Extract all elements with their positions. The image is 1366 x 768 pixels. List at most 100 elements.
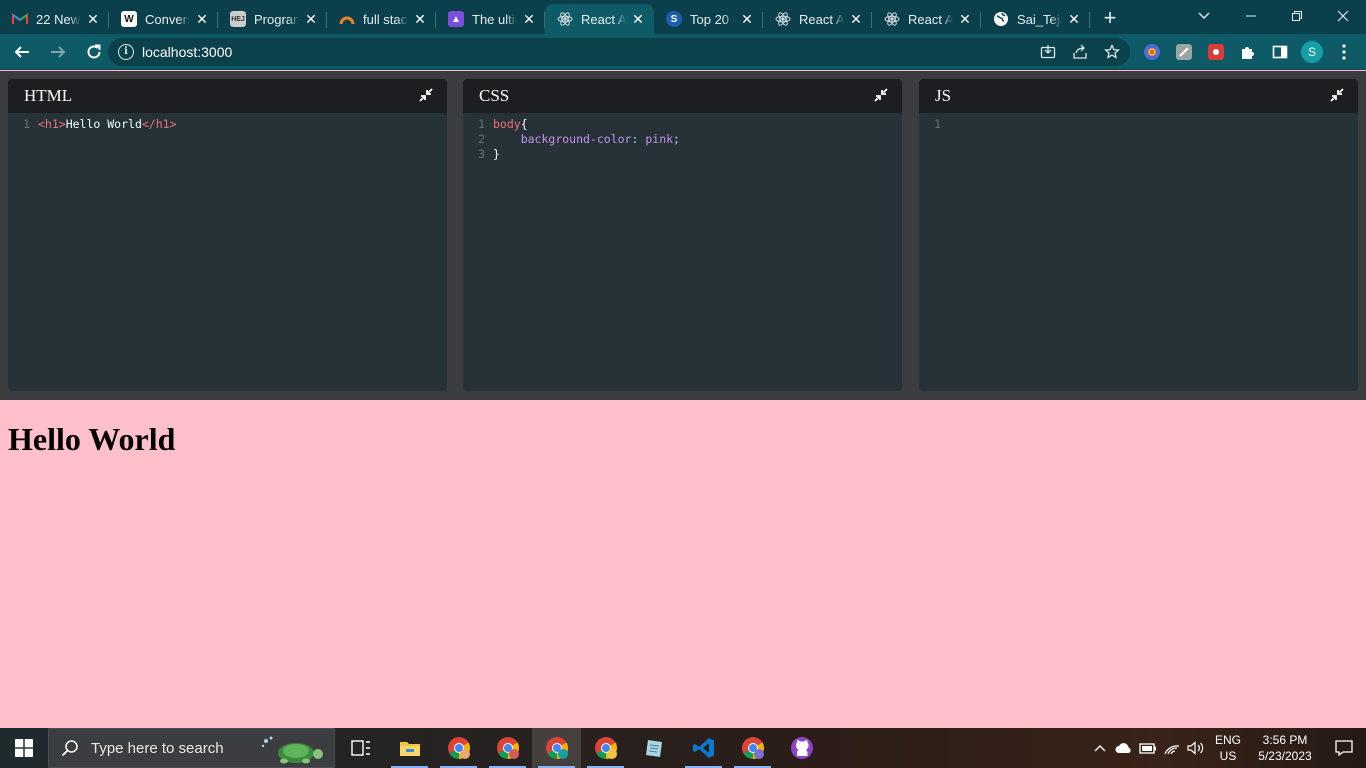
task-view-button[interactable] (336, 728, 385, 768)
site-info-icon[interactable]: i (118, 44, 134, 60)
show-hidden-icons-button[interactable] (1088, 728, 1112, 768)
close-icon[interactable]: ✕ (1066, 11, 1082, 27)
close-icon[interactable]: ✕ (194, 11, 210, 27)
taskbar-notepad-app[interactable] (630, 728, 679, 768)
extensions-puzzle-icon[interactable] (1236, 40, 1260, 64)
bookmark-star-icon[interactable] (1102, 42, 1122, 62)
code-token: : (631, 132, 646, 146)
taskbar-search-box[interactable]: Type here to search (48, 728, 335, 768)
close-icon[interactable]: ✕ (957, 11, 973, 27)
tab-sai-teja[interactable]: Sai_Teja_ ✕ (981, 4, 1090, 34)
react-icon (884, 11, 900, 27)
notifications-button[interactable] (1322, 728, 1366, 768)
close-icon[interactable]: ✕ (848, 11, 864, 27)
tab-title: React Ap (581, 11, 626, 27)
code-line: 3} (463, 147, 902, 162)
notification-icon (1335, 740, 1353, 756)
code-token: <h1> (38, 117, 66, 131)
browser-toolbar: i localhost:3000 S (0, 34, 1366, 70)
clock[interactable]: 3:56 PM 5/23/2023 (1248, 732, 1322, 764)
restore-button[interactable] (1274, 0, 1320, 32)
taskbar-chrome-3-active[interactable] (532, 728, 581, 768)
line-number: 2 (478, 132, 485, 146)
w-icon: W (121, 11, 137, 27)
extension-colorful-icon[interactable] (1140, 40, 1164, 64)
editor-title: CSS (479, 86, 510, 105)
reload-button[interactable] (78, 36, 110, 68)
preview-frame: Hello World (0, 400, 1366, 728)
code-token: </h1> (141, 117, 177, 131)
react-icon (557, 11, 573, 27)
tab-title: 22 New (36, 11, 81, 27)
tab-title: Sai_Teja_ (1017, 11, 1062, 27)
taskbar-chrome-1[interactable] (434, 728, 483, 768)
notepad-icon (645, 740, 662, 757)
close-icon[interactable]: ✕ (303, 11, 319, 27)
taskbar-github-desktop[interactable] (777, 728, 826, 768)
extension-red-icon[interactable] (1204, 40, 1228, 64)
window-controls (1228, 0, 1366, 34)
chevron-down-icon (1198, 12, 1210, 19)
side-panel-icon[interactable] (1268, 40, 1292, 64)
region-code: US (1219, 749, 1237, 763)
close-icon[interactable]: ✕ (521, 11, 537, 27)
tab-search-button[interactable] (1192, 4, 1216, 28)
profile-avatar[interactable]: S (1300, 40, 1324, 64)
chrome-icon (594, 737, 617, 759)
taskbar: Type here to search ENG US 3:56 PM 5/23/… (0, 728, 1366, 768)
onedrive-icon[interactable] (1112, 728, 1136, 768)
start-button[interactable] (0, 728, 48, 768)
html-code-area[interactable]: 1 <h1> Hello World </h1> (8, 113, 447, 132)
forward-button[interactable] (42, 36, 74, 68)
volume-icon[interactable] (1184, 728, 1208, 768)
collapse-icon[interactable] (419, 88, 435, 104)
browser-menu-icon[interactable] (1332, 40, 1356, 64)
system-tray: ENG US 3:56 PM 5/23/2023 (1088, 728, 1366, 768)
code-token: pink (645, 132, 674, 146)
code-token: background-color (520, 132, 632, 146)
js-code-area[interactable]: 1 (919, 113, 1358, 132)
close-icon[interactable]: ✕ (412, 11, 428, 27)
close-icon[interactable]: ✕ (630, 11, 646, 27)
gmail-icon (12, 11, 28, 27)
back-button[interactable] (6, 36, 38, 68)
code-line: 1 <h1> Hello World </h1> (8, 117, 447, 132)
folder-icon (399, 742, 420, 756)
line-number: 3 (478, 147, 485, 161)
close-window-button[interactable] (1320, 0, 1366, 32)
tab-react-app-3[interactable]: React Ap ✕ (872, 4, 981, 34)
taskbar-chrome-2[interactable] (483, 728, 532, 768)
tab-title: Top 20 C (690, 11, 735, 27)
taskbar-vscode[interactable] (679, 728, 728, 768)
tab-full-stack[interactable]: full stack ✕ (327, 4, 436, 34)
install-app-icon[interactable] (1038, 42, 1058, 62)
tab-conversations[interactable]: W Convers ✕ (109, 4, 218, 34)
share-icon[interactable] (1070, 42, 1090, 62)
editor-header: CSS (463, 79, 902, 113)
language-indicator[interactable]: ENG US (1208, 732, 1248, 764)
collapse-icon[interactable] (1330, 88, 1346, 104)
address-bar[interactable]: i localhost:3000 (108, 38, 1130, 66)
minimize-button[interactable] (1228, 0, 1274, 32)
tab-programs[interactable]: HEJ Program ✕ (218, 4, 327, 34)
close-icon[interactable]: ✕ (739, 11, 755, 27)
tab-top-20[interactable]: S Top 20 C ✕ (654, 4, 763, 34)
clock-date: 5/23/2023 (1258, 749, 1312, 763)
close-icon[interactable]: ✕ (85, 11, 101, 27)
clock-time: 3:56 PM (1262, 733, 1308, 747)
extension-grey-icon[interactable] (1172, 40, 1196, 64)
taskbar-file-explorer[interactable] (385, 728, 434, 768)
tab-react-app-active[interactable]: React Ap ✕ (545, 4, 654, 34)
url-text[interactable]: localhost:3000 (142, 44, 232, 60)
taskbar-chrome-4[interactable] (581, 728, 630, 768)
taskbar-chrome-5[interactable] (728, 728, 777, 768)
code-line: 1 body{ (463, 117, 902, 132)
css-code-area[interactable]: 1 body{ 2 background-color: pink; 3} (463, 113, 902, 162)
battery-icon[interactable] (1136, 728, 1160, 768)
tab-gmail[interactable]: 22 New ✕ (0, 4, 109, 34)
tab-the-ultimate[interactable]: ▲ The ultim ✕ (436, 4, 545, 34)
tab-react-app-2[interactable]: React Ap ✕ (763, 4, 872, 34)
collapse-icon[interactable] (874, 88, 890, 104)
new-tab-button[interactable]: + (1090, 4, 1130, 34)
wifi-icon[interactable] (1160, 728, 1184, 768)
